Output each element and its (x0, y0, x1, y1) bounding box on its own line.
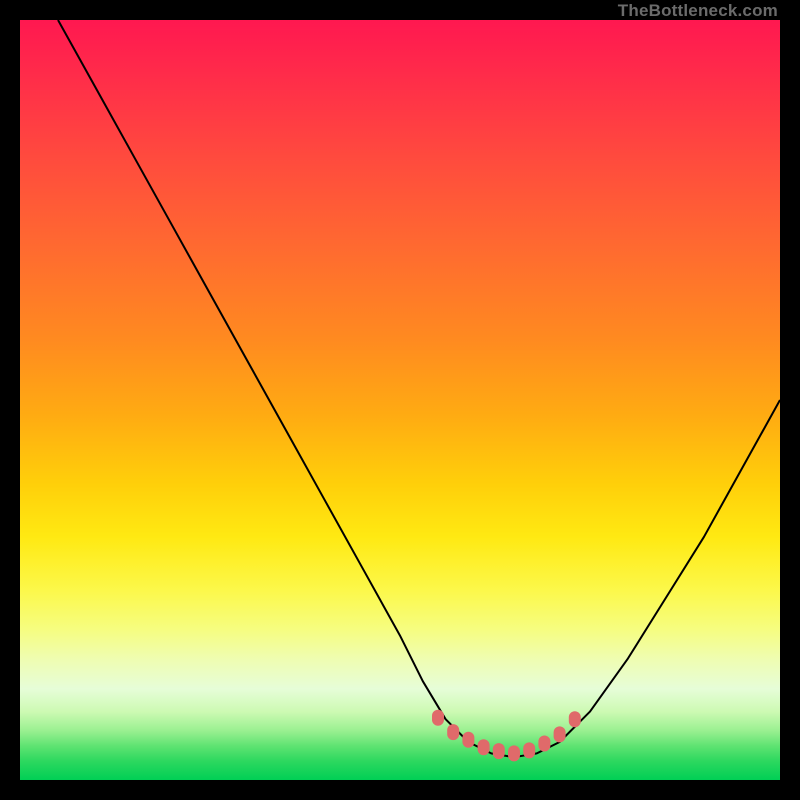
optimal-marker (447, 724, 459, 740)
optimal-markers (432, 710, 581, 762)
bottleneck-curve (58, 20, 780, 757)
optimal-marker (538, 736, 550, 752)
optimal-marker (523, 742, 535, 758)
chart-frame: TheBottleneck.com (0, 0, 800, 800)
optimal-marker (569, 711, 581, 727)
optimal-marker (478, 739, 490, 755)
optimal-marker (432, 710, 444, 726)
optimal-marker (462, 732, 474, 748)
watermark-text: TheBottleneck.com (618, 0, 778, 22)
optimal-marker (554, 726, 566, 742)
curve-svg (20, 20, 780, 780)
plot-area (20, 20, 780, 780)
optimal-marker (508, 745, 520, 761)
optimal-marker (493, 743, 505, 759)
